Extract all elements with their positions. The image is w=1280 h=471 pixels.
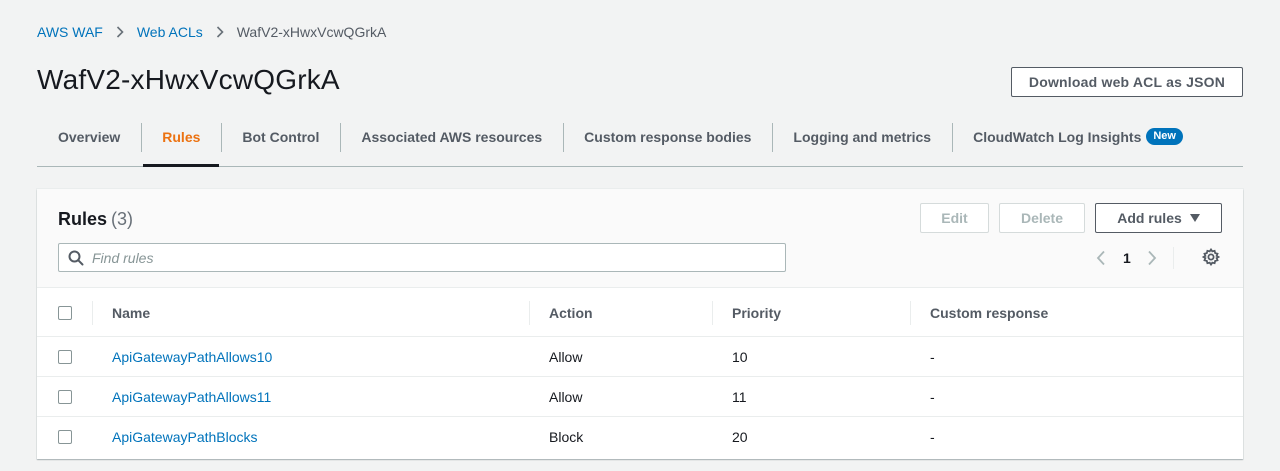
rule-custom-response-cell: - <box>930 349 935 365</box>
rule-action-cell: Allow <box>549 389 583 405</box>
breadcrumb: AWS WAF Web ACLs WafV2-xHwxVcwQGrkA <box>37 23 386 41</box>
tab-label: Rules <box>162 128 201 145</box>
row-select-cell <box>58 377 72 417</box>
table-header: Name Action Priority Custom response <box>37 289 1243 337</box>
breadcrumb-link-web-acls[interactable]: Web ACLs <box>137 24 203 40</box>
rule-priority-cell: 20 <box>732 429 748 445</box>
gear-icon[interactable] <box>1202 248 1220 266</box>
rule-name-cell: ApiGatewayPathBlocks <box>112 417 258 457</box>
tab-label: Custom response bodies <box>584 128 752 145</box>
rule-action-cell: Block <box>549 429 584 445</box>
tab-label: Bot Control <box>242 128 320 145</box>
tab-logging-and-metrics[interactable]: Logging and metrics <box>772 117 952 166</box>
rule-custom-response-cell: - <box>930 429 935 445</box>
tab-associated-aws-resources[interactable]: Associated AWS resources <box>340 117 563 166</box>
rule-action-cell: Allow <box>549 349 583 365</box>
rule-name-cell: ApiGatewayPathAllows10 <box>112 337 272 377</box>
rules-container: Rules(3) Edit Delete Add rules 1 <box>37 189 1243 459</box>
column-header-label: Custom response <box>930 305 1049 321</box>
chevron-right-icon[interactable] <box>1147 250 1157 266</box>
column-header-label: Priority <box>732 305 782 321</box>
row-checkbox[interactable] <box>58 350 72 364</box>
download-json-button[interactable]: Download web ACL as JSON <box>1011 67 1243 97</box>
column-header-priority[interactable]: Priority <box>712 289 781 337</box>
tab-cloudwatch-log-insights[interactable]: CloudWatch Log Insights New <box>952 117 1204 166</box>
search-icon <box>68 250 84 266</box>
table-row: ApiGatewayPathBlocks Block 20 - <box>37 417 1243 457</box>
delete-button[interactable]: Delete <box>999 203 1085 233</box>
tab-custom-response-bodies[interactable]: Custom response bodies <box>563 117 772 166</box>
column-header-label: Name <box>112 305 151 321</box>
rule-name-link[interactable]: ApiGatewayPathBlocks <box>112 429 258 445</box>
table-row: ApiGatewayPathAllows11 Allow 11 - <box>37 377 1243 417</box>
row-checkbox[interactable] <box>58 390 72 404</box>
tab-bot-control[interactable]: Bot Control <box>221 117 340 166</box>
select-all-checkbox[interactable] <box>58 306 72 320</box>
add-rules-button[interactable]: Add rules <box>1095 203 1222 233</box>
tab-label: Associated AWS resources <box>361 128 543 145</box>
pagination: 1 <box>1096 247 1174 269</box>
rule-custom-response-cell: - <box>930 389 935 405</box>
new-badge: New <box>1146 128 1183 145</box>
row-checkbox[interactable] <box>58 430 72 444</box>
tab-label: Logging and metrics <box>793 128 932 145</box>
rule-priority-cell: 10 <box>732 349 748 365</box>
page-number[interactable]: 1 <box>1123 250 1131 266</box>
rule-name-link[interactable]: ApiGatewayPathAllows11 <box>112 389 271 405</box>
caret-down-icon <box>1189 214 1200 222</box>
rules-table: Name Action Priority Custom response Api… <box>37 289 1243 457</box>
column-header-name[interactable]: Name <box>92 289 150 337</box>
column-header-custom-response[interactable]: Custom response <box>910 289 1048 337</box>
table-row: ApiGatewayPathAllows10 Allow 10 - <box>37 337 1243 377</box>
search-input[interactable] <box>92 249 785 266</box>
add-rules-label: Add rules <box>1117 210 1182 226</box>
rule-name-link[interactable]: ApiGatewayPathAllows10 <box>112 349 272 365</box>
rule-priority-cell: 11 <box>732 389 747 405</box>
rules-container-header: Rules(3) Edit Delete Add rules 1 <box>37 189 1243 288</box>
rules-title: Rules <box>58 209 108 229</box>
search-box <box>58 243 786 272</box>
rules-count: (3) <box>111 209 134 229</box>
column-header-action[interactable]: Action <box>529 289 593 337</box>
page-title: WafV2-xHwxVcwQGrkA <box>37 64 340 95</box>
tab-rules[interactable]: Rules <box>141 117 221 167</box>
edit-button[interactable]: Edit <box>920 203 989 233</box>
tab-bar: Overview Rules Bot Control Associated AW… <box>37 117 1243 167</box>
row-select-cell <box>58 337 72 377</box>
row-select-cell <box>58 417 72 457</box>
pager-divider <box>1172 247 1174 269</box>
breadcrumb-current: WafV2-xHwxVcwQGrkA <box>236 24 387 40</box>
rule-name-cell: ApiGatewayPathAllows11 <box>112 377 271 417</box>
chevron-right-icon <box>216 26 224 38</box>
tab-overview[interactable]: Overview <box>37 117 141 166</box>
chevron-left-icon[interactable] <box>1096 250 1106 266</box>
chevron-right-icon <box>116 26 124 38</box>
tab-label: Overview <box>58 128 121 145</box>
select-all-cell <box>58 289 72 337</box>
rules-heading: Rules (3) <box>58 209 133 230</box>
column-header-label: Action <box>549 305 593 321</box>
tab-label: CloudWatch Log Insights <box>973 128 1142 145</box>
breadcrumb-link-aws-waf[interactable]: AWS WAF <box>37 24 103 40</box>
